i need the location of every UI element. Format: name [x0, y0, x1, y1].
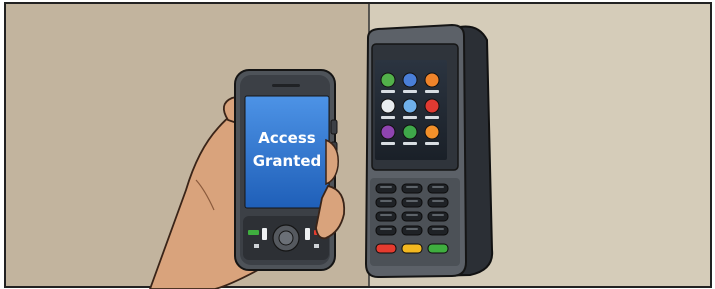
keypad-key-highlight [432, 228, 444, 230]
app-icon-label-bar [403, 90, 417, 93]
keypad-key [375, 211, 397, 222]
keypad-key-highlight [406, 200, 418, 202]
screen-text-line1: Access [258, 129, 315, 147]
keypad-key [375, 225, 397, 236]
phone-nav-center-button [278, 230, 294, 246]
keypad-key [401, 197, 423, 208]
keypad-key-highlight [406, 228, 418, 230]
screen-text-line2: Granted [253, 152, 322, 170]
phone-small-key-1 [254, 244, 259, 248]
keypad-key-highlight [432, 186, 444, 188]
keypad-key-highlight [432, 214, 444, 216]
app-icon-green-2 [402, 124, 418, 140]
app-icon-red [424, 98, 440, 114]
keypad-key-highlight [380, 228, 392, 230]
app-icon-white [380, 98, 396, 114]
app-icon-label-bar [403, 116, 417, 119]
app-icon-label-bar [381, 116, 395, 119]
keypad-key [427, 225, 449, 236]
keypad-key [401, 183, 423, 194]
terminal-function-keys [375, 243, 449, 254]
app-icon-label-bar [425, 142, 439, 145]
keypad-key-highlight [406, 214, 418, 216]
keypad-key [401, 211, 423, 222]
phone-left-softkey [262, 228, 267, 240]
keypad-key [375, 197, 397, 208]
app-icon-green [380, 72, 396, 88]
app-icon-orange [424, 72, 440, 88]
payment-terminal [364, 23, 494, 279]
keypad-key-highlight [432, 200, 444, 202]
app-icon-label-bar [381, 90, 395, 93]
clear-key [401, 243, 423, 254]
phone-small-key-2 [314, 244, 319, 248]
keypad-key [427, 183, 449, 194]
app-icon-purple [380, 124, 396, 140]
app-icon-label-bar [425, 116, 439, 119]
keypad-key-highlight [380, 214, 392, 216]
app-icon-lightblue [402, 98, 418, 114]
enter-key [427, 243, 449, 254]
keypad-key-highlight [380, 200, 392, 202]
app-icon-blue [402, 72, 418, 88]
keypad-key [375, 183, 397, 194]
keypad-key [427, 211, 449, 222]
app-icon-label-bar [381, 142, 395, 145]
phone-side-button-1 [330, 119, 338, 135]
cancel-key [375, 243, 397, 254]
app-icon-label-bar [403, 142, 417, 145]
keypad-key [427, 197, 449, 208]
comic-panel: Access Granted [4, 2, 712, 289]
phone-call-button [248, 230, 259, 235]
terminal-app-grid [380, 72, 440, 145]
phone-right-softkey [305, 228, 310, 240]
keypad-key-highlight [406, 186, 418, 188]
app-icon-label-bar [425, 90, 439, 93]
keypad-key-highlight [380, 186, 392, 188]
keypad-key [401, 225, 423, 236]
smartphone: Access Granted [234, 69, 338, 271]
app-icon-orange-2 [424, 124, 440, 140]
phone-speaker [272, 84, 300, 87]
